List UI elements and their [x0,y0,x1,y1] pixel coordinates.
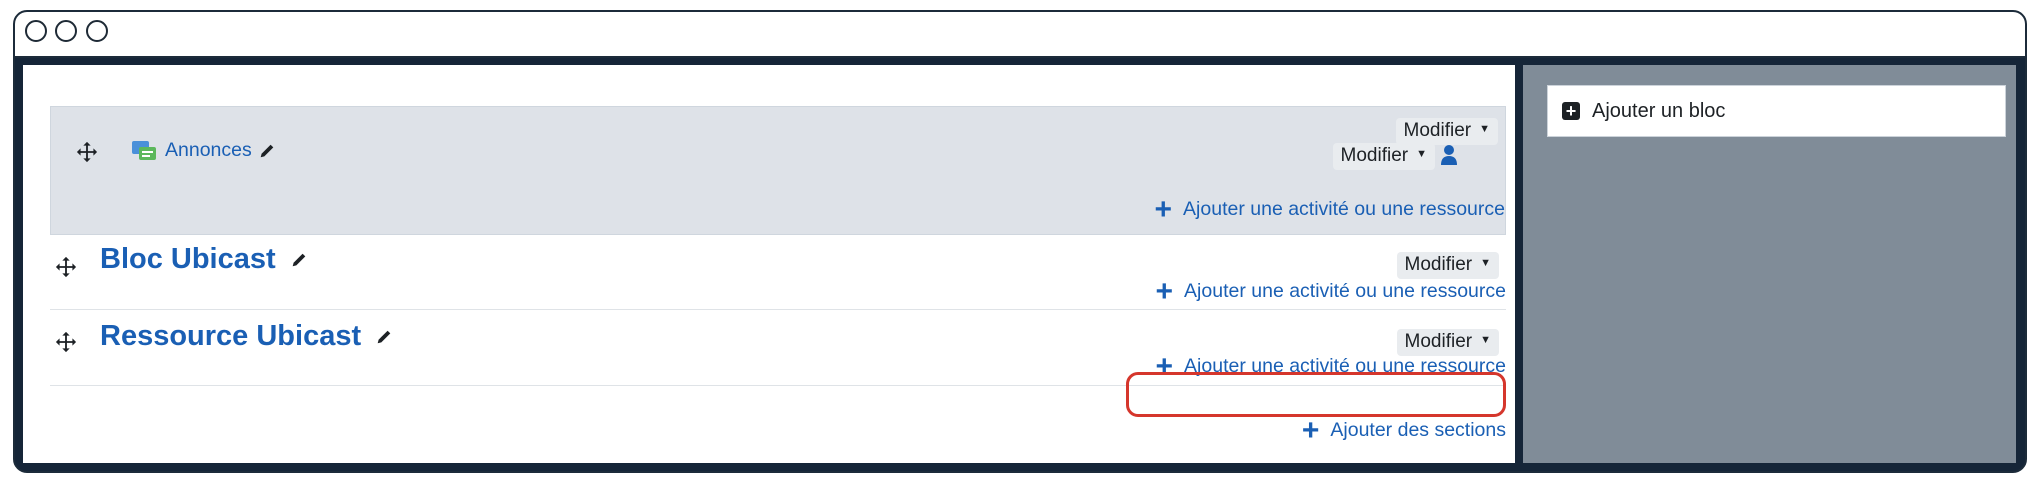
add-square-icon: + [1562,102,1580,120]
window-titlebar [15,12,2025,58]
course-content: Annonces Modifier ▼ Modifier ▼ + Ajouter u… [23,65,1515,463]
plus-icon: + [1301,413,1320,447]
plus-icon: + [1154,192,1173,226]
section-modifier-dropdown[interactable]: Modifier ▼ [1395,118,1498,145]
add-activity-link[interactable]: + Ajouter une activité ou une ressource [1155,274,1506,308]
user-icon[interactable] [1440,144,1458,166]
move-icon[interactable] [55,256,77,278]
modifier-label: Modifier [1404,331,1473,352]
edit-pencil-icon[interactable] [290,251,308,269]
chevron-down-icon: ▼ [1479,122,1490,135]
add-activity-label: Ajouter une activité ou une ressource [1184,355,1506,377]
section-bloc-ubicast: Bloc Ubicast Modifier ▼ + Ajouter une act… [50,235,1506,310]
chevron-down-icon: ▼ [1480,256,1491,269]
window-maximize-button[interactable] [86,20,108,42]
section-title[interactable]: Bloc Ubicast [100,243,308,276]
section-modifier-dropdown[interactable]: Modifier ▼ [1396,252,1499,279]
edit-pencil-icon[interactable] [375,328,393,346]
browser-window: Annonces Modifier ▼ Modifier ▼ + Ajouter u… [13,10,2027,473]
add-activity-link[interactable]: + Ajouter une activité ou une ressource [1154,192,1505,226]
section-ressource-ubicast: Ressource Ubicast Modifier ▼ + Ajouter un… [50,310,1506,386]
activity-modifier-dropdown[interactable]: Modifier ▼ [1332,143,1435,170]
chevron-down-icon: ▼ [1416,147,1427,160]
chevron-down-icon: ▼ [1480,333,1491,346]
window-close-button[interactable] [25,20,47,42]
activity-annonces-label: Annonces [165,139,252,161]
plus-icon: + [1155,349,1174,383]
add-activity-label: Ajouter une activité ou une ressource [1183,198,1505,220]
modifier-label: Modifier [1403,120,1472,141]
block-sidebar: + Ajouter un bloc [1523,65,2016,463]
forum-icon [132,140,156,160]
section-title-label: Ressource Ubicast [100,320,362,352]
section-title-label: Bloc Ubicast [100,243,276,275]
activity-annonces[interactable]: Annonces [131,139,276,162]
add-sections-link[interactable]: + Ajouter des sections [1301,413,1506,447]
section-modifier-dropdown[interactable]: Modifier ▼ [1396,329,1499,356]
add-block-label: Ajouter un bloc [1592,99,1726,122]
add-activity-link[interactable]: + Ajouter une activité ou une ressource [1155,349,1506,383]
move-icon[interactable] [76,141,98,163]
add-block-button[interactable]: + Ajouter un bloc [1547,85,2006,137]
move-icon[interactable] [55,331,77,353]
window-minimize-button[interactable] [55,20,77,42]
plus-icon: + [1155,274,1174,308]
section-title[interactable]: Ressource Ubicast [100,320,393,353]
add-sections-label: Ajouter des sections [1330,419,1506,441]
edit-pencil-icon[interactable] [258,142,276,160]
modifier-label: Modifier [1404,254,1473,275]
add-activity-label: Ajouter une activité ou une ressource [1184,280,1506,302]
modifier-label: Modifier [1340,145,1409,166]
section-general: Annonces Modifier ▼ Modifier ▼ + Ajouter u… [50,106,1506,235]
